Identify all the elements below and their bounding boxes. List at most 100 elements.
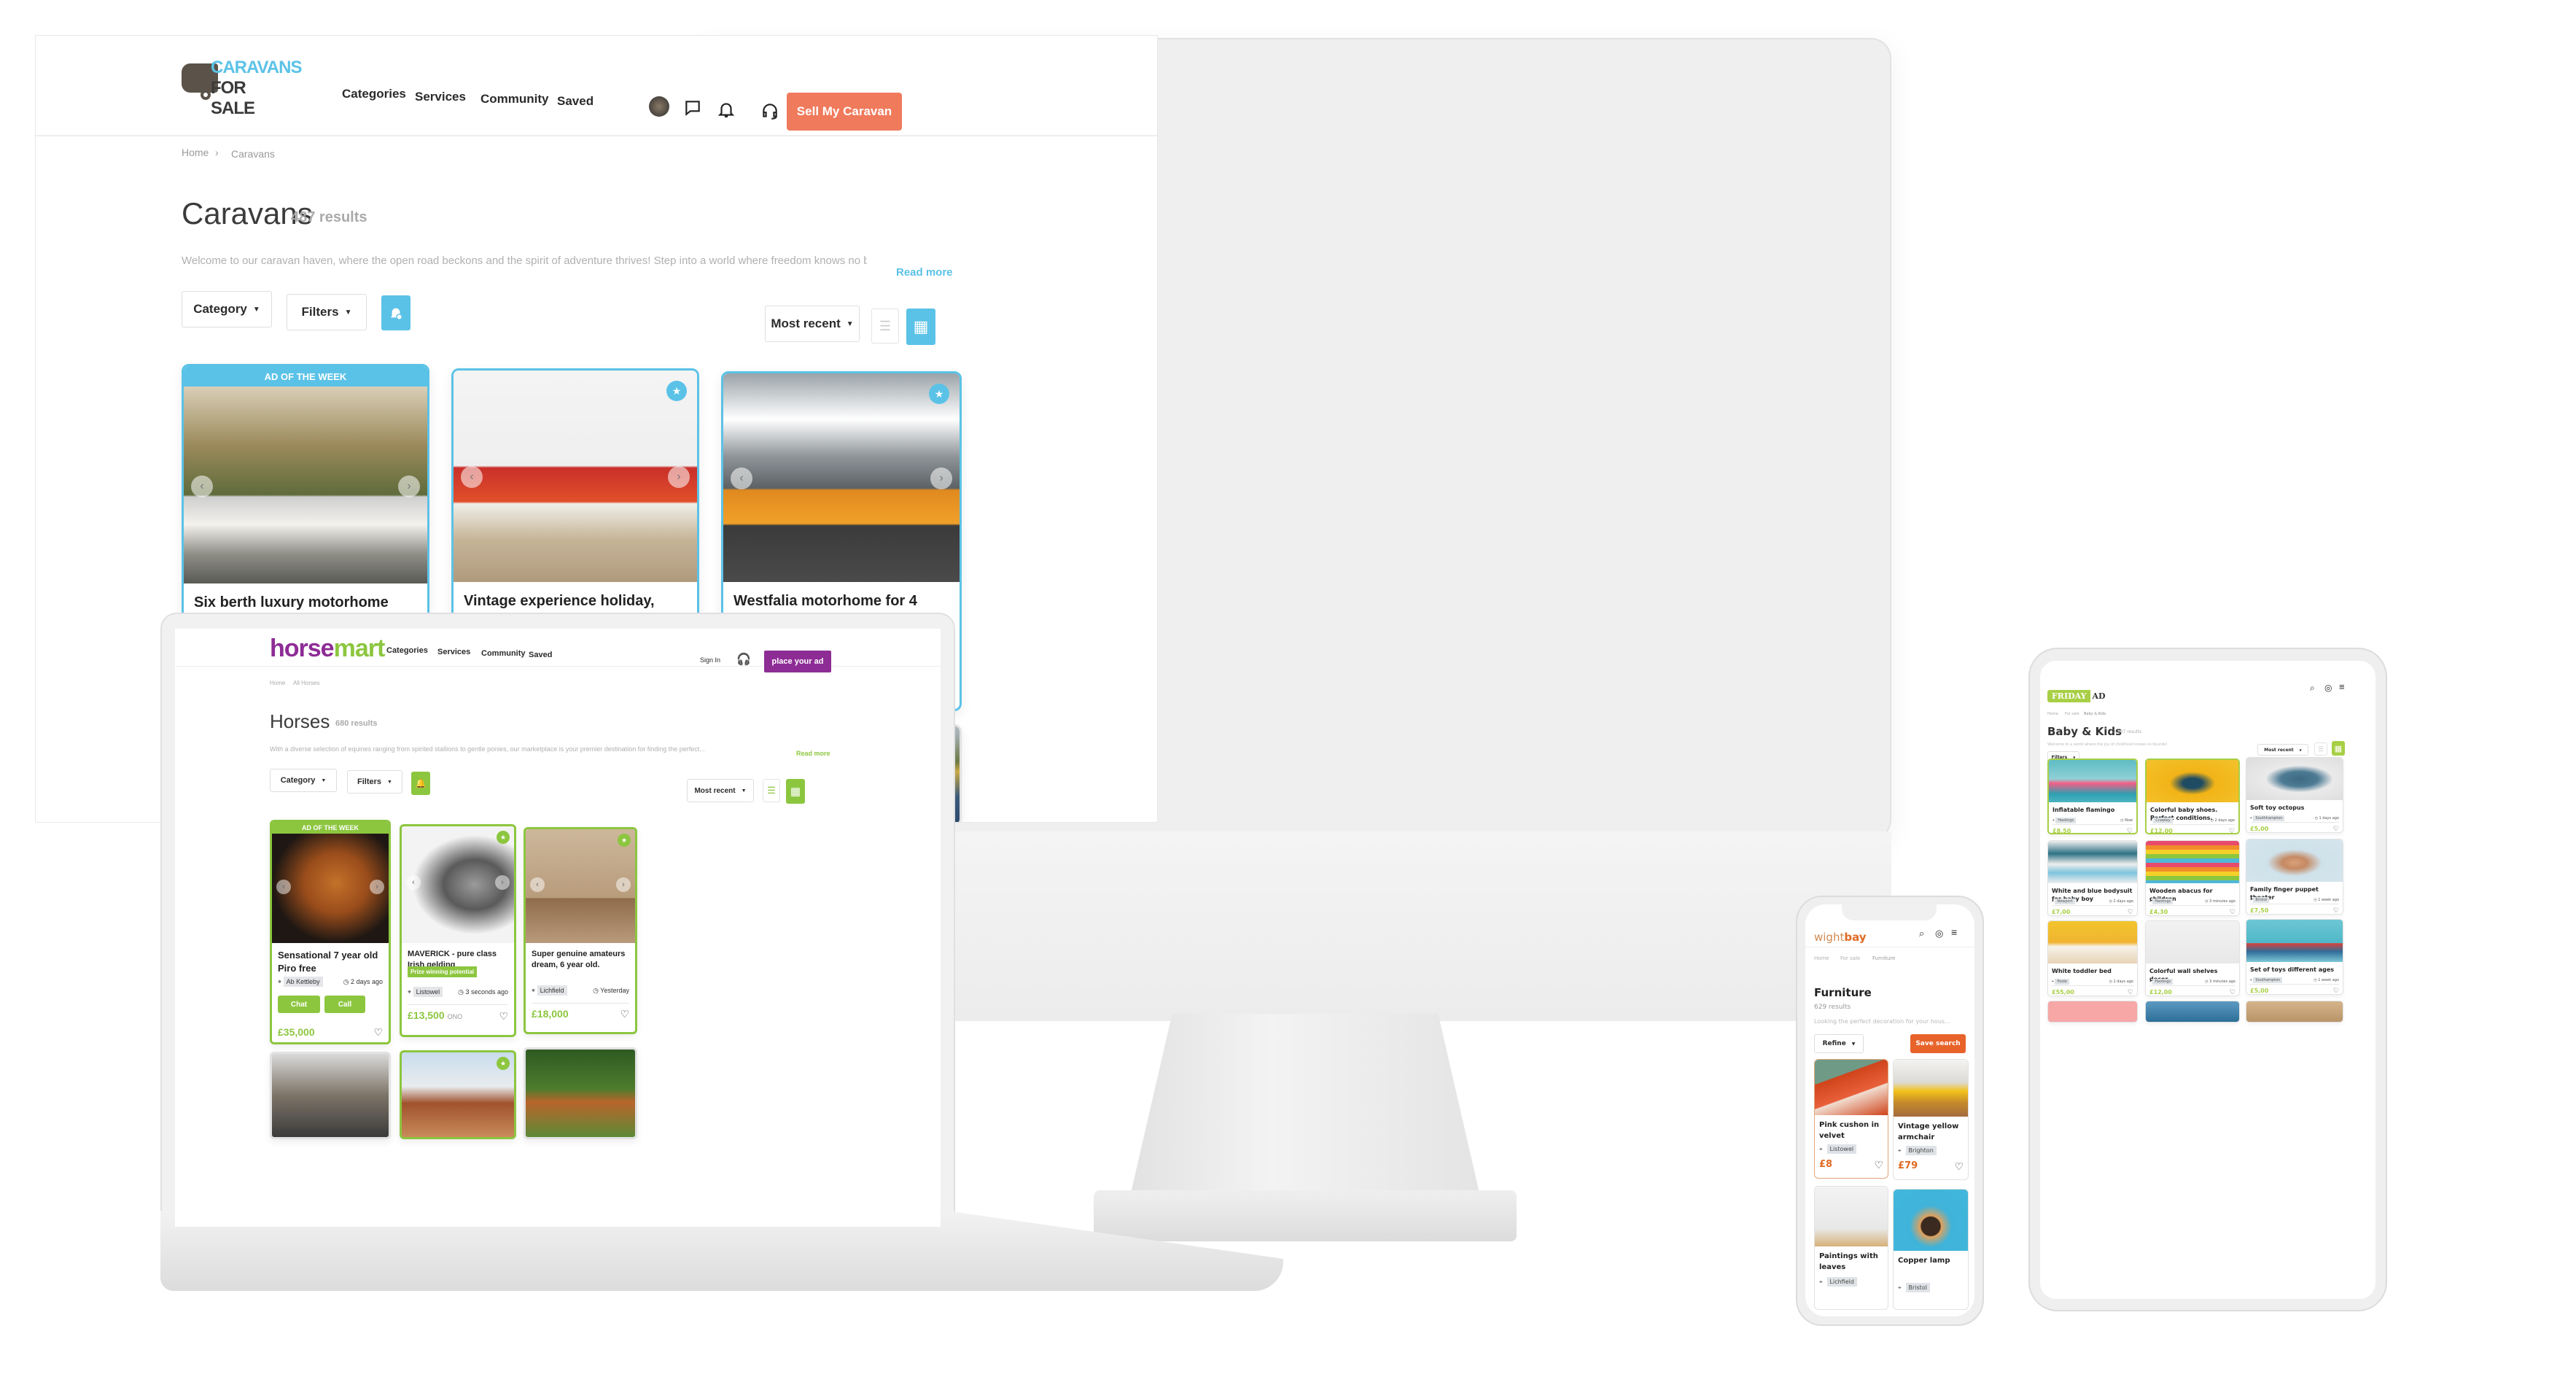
chat-icon[interactable] [680, 96, 705, 120]
prev-image-arrow[interactable]: ‹ [191, 475, 213, 497]
list-view-toggle[interactable]: ☰ [763, 779, 780, 802]
listing-card[interactable]: ★ ‹ › MAVERICK - pure class Irish gelding… [400, 824, 516, 1037]
next-image-arrow[interactable]: › [616, 877, 631, 892]
breadcrumb-home[interactable]: Home [182, 147, 209, 158]
listing-title[interactable]: White toddler bed [2048, 963, 2137, 975]
listing-card[interactable]: Family finger puppet theater⌖ Bristol◷ 1… [2246, 839, 2343, 915]
search-icon[interactable]: ⌕ [1919, 928, 1924, 939]
listing-title[interactable]: Super genuine amateurs dream, 6 year old… [526, 943, 635, 971]
breadcrumb-home[interactable]: Home [1814, 955, 1829, 961]
save-search-button[interactable]: Save search [1910, 1034, 1966, 1053]
nav-services[interactable]: Services [437, 648, 470, 656]
listing-card[interactable]: Vintage yellow armchair ⌖ Brighton £79 ♡ [1893, 1059, 1969, 1180]
grid-view-toggle[interactable]: ▦ [2332, 741, 2345, 756]
call-button[interactable]: Call [324, 996, 365, 1013]
favorite-heart-icon[interactable]: ♡ [2333, 825, 2339, 832]
listing-title[interactable]: Inflatable flamingo [2049, 802, 2136, 814]
listing-card[interactable]: Wooden abacus for children⌖ Hastings◷ 3 … [2145, 840, 2240, 916]
sort-dropdown[interactable]: Most recent ▼ [687, 779, 754, 802]
nav-categories[interactable]: Categories [342, 87, 406, 101]
listing-card[interactable]: White toddler bed ⌖ Poole ◷ 2 days ago £55,… [2047, 920, 2138, 996]
nav-saved[interactable]: Saved [529, 651, 552, 659]
listing-card[interactable]: Paintings with leaves ⌖ Lichfield [1814, 1186, 1888, 1310]
nav-community[interactable]: Community [481, 649, 526, 658]
nav-categories[interactable]: Categories [386, 646, 428, 655]
favorite-heart-icon[interactable]: ♡ [2230, 988, 2235, 996]
prev-image-arrow[interactable]: ‹ [406, 875, 421, 891]
place-your-ad-button[interactable]: place your ad [764, 651, 831, 672]
listing-card-partial[interactable] [2145, 1001, 2240, 1023]
favorite-heart-icon[interactable]: ♡ [2229, 827, 2235, 833]
refine-dropdown[interactable]: Refine ▼ [1814, 1034, 1864, 1053]
favorite-heart-icon[interactable]: ♡ [373, 1027, 383, 1037]
favorite-heart-icon[interactable]: ♡ [2128, 988, 2133, 996]
listing-title[interactable]: Paintings with leaves [1815, 1246, 1888, 1273]
category-dropdown[interactable]: Category ▼ [182, 291, 272, 327]
listing-title[interactable]: Copper lamp [1894, 1251, 1968, 1266]
favorite-heart-icon[interactable]: ♡ [2127, 827, 2133, 833]
headset-icon[interactable] [758, 98, 782, 123]
listing-card[interactable]: Colorful wall shelves decor⌖ Hastings◷ 3… [2145, 920, 2240, 996]
favorite-heart-icon[interactable]: ♡ [2128, 908, 2133, 915]
hamburger-menu-icon[interactable]: ≡ [1951, 926, 1957, 938]
listing-title[interactable]: Set of toys different ages [2246, 962, 2343, 974]
prev-image-arrow[interactable]: ‹ [530, 877, 545, 892]
listing-card-partial[interactable] [524, 1047, 637, 1139]
read-more-link[interactable]: Read more [896, 266, 953, 279]
listing-card-partial[interactable] [2047, 1001, 2138, 1023]
user-account-icon[interactable]: ◎ [2324, 683, 2332, 693]
user-account-icon[interactable]: ◎ [1935, 928, 1943, 939]
listing-card-partial[interactable] [270, 1052, 391, 1139]
favorite-heart-icon[interactable]: ♡ [499, 1011, 508, 1021]
wightbay-logo[interactable]: wightbay [1814, 931, 1867, 944]
favorite-heart-icon[interactable]: ♡ [2333, 907, 2339, 914]
nav-saved[interactable]: Saved [557, 94, 594, 109]
listing-title[interactable]: Six berth luxury motorhome [184, 583, 427, 613]
sort-dropdown[interactable]: Most recent ▼ [765, 306, 860, 342]
caravans-logo[interactable]: CARAVANS FOR SALE [182, 58, 302, 118]
filters-dropdown[interactable]: Filters ▼ [287, 294, 367, 330]
chat-button[interactable]: Chat [278, 996, 320, 1013]
listing-card-partial[interactable]: ★ [400, 1050, 516, 1139]
breadcrumb-home[interactable]: Home [270, 680, 285, 686]
category-dropdown[interactable]: Category ▼ [270, 769, 337, 792]
sort-dropdown[interactable]: Most recent ▼ [2257, 744, 2308, 756]
listing-title[interactable]: Soft toy octopus [2246, 800, 2343, 812]
next-image-arrow[interactable]: › [495, 875, 510, 891]
listing-card[interactable]: Soft toy octopus ⌖ Southhampton ◷ 1 days a… [2246, 757, 2343, 833]
headset-icon[interactable]: 🎧 [736, 652, 751, 667]
save-search-alert-button[interactable] [381, 295, 410, 330]
favorite-heart-icon[interactable]: ♡ [1874, 1160, 1883, 1170]
listing-card[interactable]: Set of toys different ages ⌖ Southampton ◷… [2246, 919, 2343, 995]
favorite-heart-icon[interactable]: ♡ [620, 1009, 629, 1019]
horsemart-logo[interactable]: horsemart [270, 635, 385, 663]
listing-title[interactable]: Vintage yellow armchair [1894, 1117, 1968, 1143]
next-image-arrow[interactable]: › [930, 467, 952, 489]
next-image-arrow[interactable]: › [370, 880, 384, 894]
prev-image-arrow[interactable]: ‹ [461, 465, 483, 488]
breadcrumb-for-sale[interactable]: For sale [1840, 955, 1860, 961]
sign-in-link[interactable]: Sign In [700, 656, 720, 664]
save-search-alert-button[interactable]: 🔔 [411, 772, 430, 795]
listing-card[interactable]: ★ ‹ › Super genuine amateurs dream, 6 yea… [524, 827, 637, 1034]
avatar[interactable] [647, 94, 672, 119]
listing-card[interactable]: Pink cushon in velvet ⌖ Listowel £8 ♡ [1814, 1059, 1888, 1179]
nav-community[interactable]: Community [480, 92, 549, 106]
listing-card[interactable]: White and blue bodysuit for baby boy⌖ Ne… [2047, 840, 2138, 916]
hamburger-menu-icon[interactable]: ≡ [2339, 681, 2345, 692]
prev-image-arrow[interactable]: ‹ [276, 880, 291, 894]
list-view-toggle[interactable]: ☰ [871, 309, 899, 344]
breadcrumb-home[interactable]: Home [2047, 712, 2058, 716]
read-more-link[interactable]: Read more [796, 750, 830, 757]
listing-title[interactable]: Pink cushon in velvet [1815, 1115, 1888, 1141]
listing-title[interactable]: Sensational 7 year old Piro free [272, 943, 389, 974]
listing-card[interactable]: Copper lamp ⌖ Bristol [1893, 1189, 1969, 1310]
listing-card[interactable]: Colorful baby shoes. Perfect conditions.… [2145, 759, 2240, 834]
next-image-arrow[interactable]: › [398, 475, 420, 497]
favorite-heart-icon[interactable]: ♡ [2230, 908, 2235, 915]
breadcrumb-for-sale[interactable]: For sale [2065, 712, 2079, 716]
nav-services[interactable]: Services [415, 90, 466, 104]
sell-my-caravan-button[interactable]: Sell My Caravan [787, 93, 902, 131]
listing-card[interactable]: Inflatable flamingo ⌖ Hastings ◷ Now £8,50 ♡ [2047, 759, 2138, 834]
favorite-heart-icon[interactable]: ♡ [2333, 987, 2339, 994]
